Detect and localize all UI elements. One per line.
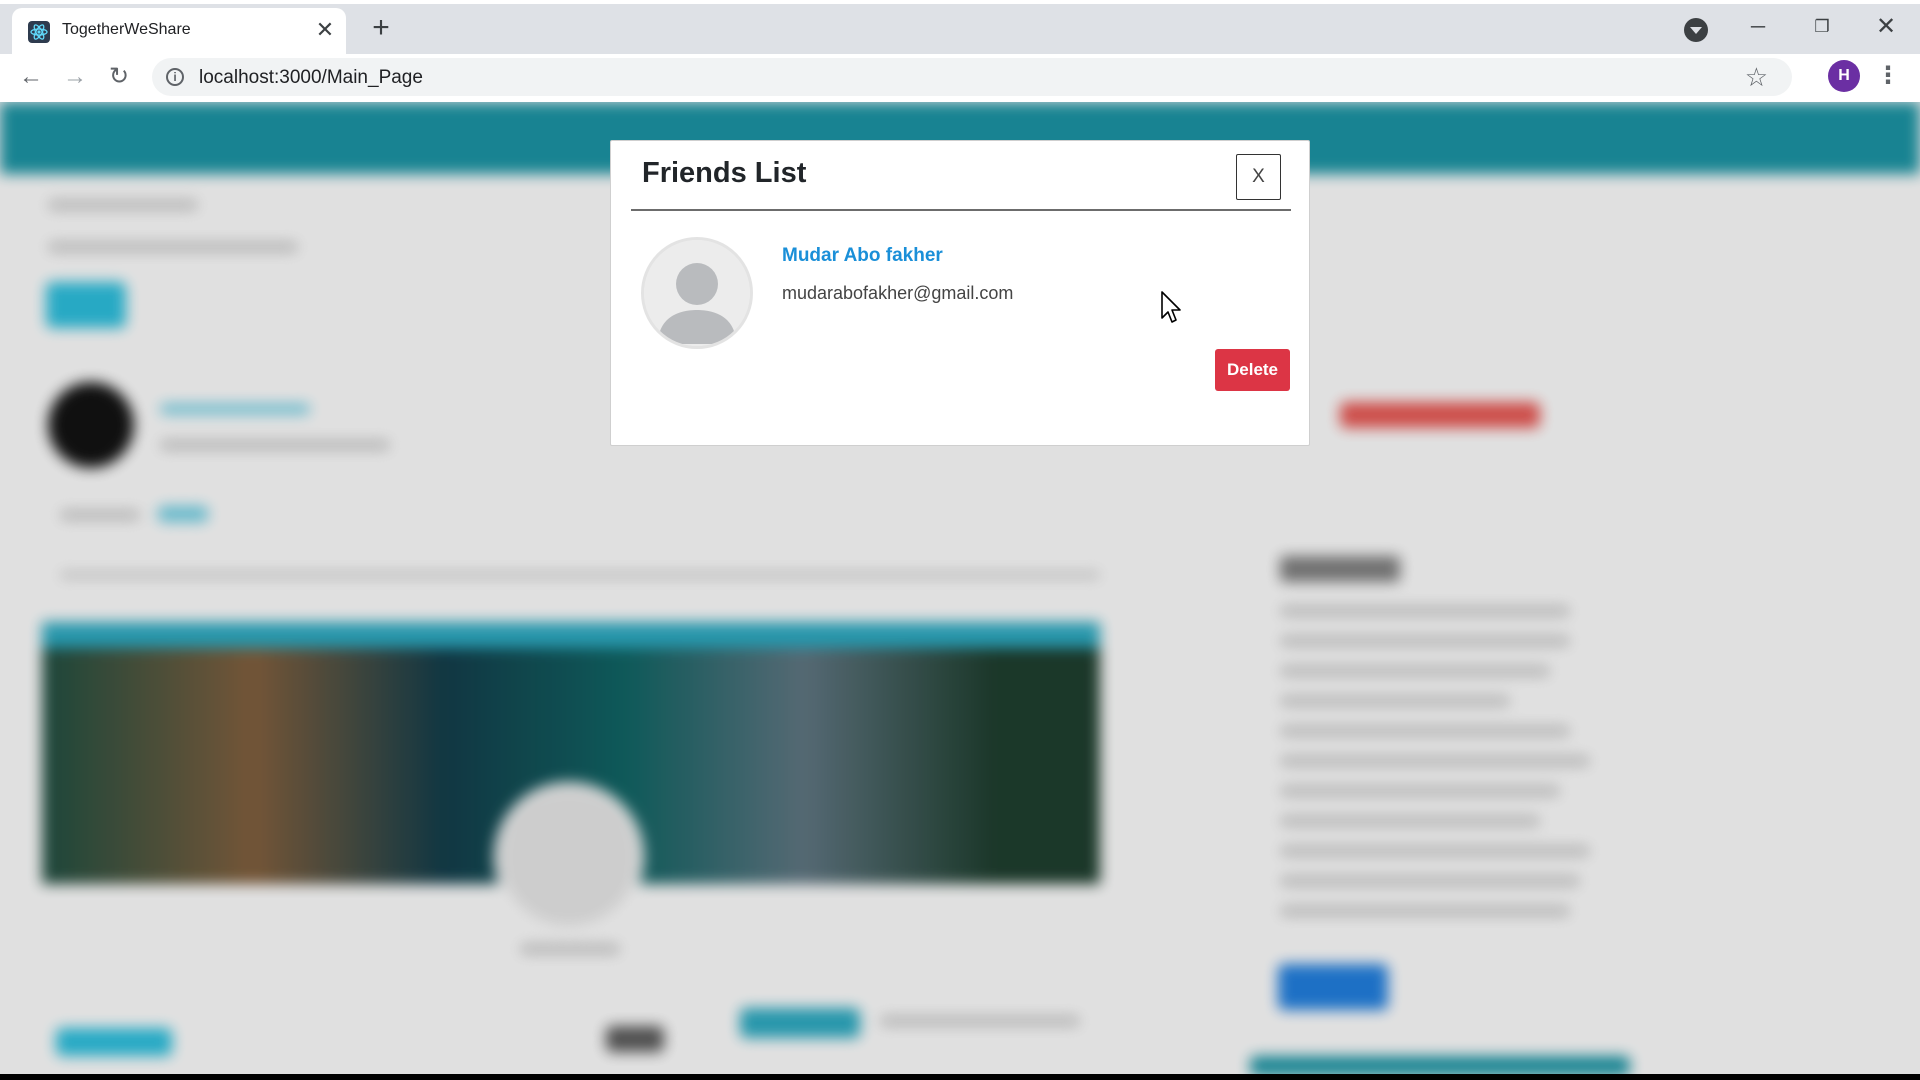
- tab-close-icon[interactable]: ✕: [312, 17, 338, 43]
- window-minimize-button[interactable]: ─: [1738, 10, 1778, 44]
- profile-avatar[interactable]: H: [1828, 60, 1860, 92]
- browser-toolbar: ← → ↻ i localhost:3000/Main_Page ☆: [0, 54, 1920, 102]
- new-tab-button[interactable]: +: [364, 12, 398, 46]
- url-text[interactable]: localhost:3000/Main_Page: [199, 67, 423, 89]
- react-favicon-icon: [28, 21, 50, 43]
- default-avatar-icon: [641, 237, 753, 349]
- mouse-cursor-icon: [1160, 290, 1184, 331]
- tab-strip: TogetherWeShare ✕ + ─ ❐ ✕: [0, 4, 1920, 54]
- address-bar[interactable]: i localhost:3000/Main_Page ☆: [152, 58, 1792, 96]
- browser-chrome: TogetherWeShare ✕ + ─ ❐ ✕ ← → ↻ i localh…: [0, 0, 1920, 102]
- modal-divider: [631, 209, 1291, 211]
- bookmark-star-icon[interactable]: ☆: [1745, 62, 1768, 92]
- delete-friend-button[interactable]: Delete: [1215, 349, 1290, 391]
- friend-name-link[interactable]: Mudar Abo fakher: [782, 245, 943, 267]
- tab-title: TogetherWeShare: [62, 21, 191, 38]
- screen-bottom-edge: [0, 1074, 1920, 1080]
- friends-list-modal: Friends List X Mudar Abo fakher mudarabo…: [610, 140, 1310, 446]
- site-info-icon[interactable]: i: [166, 68, 184, 86]
- back-arrow-icon[interactable]: ←: [14, 60, 48, 94]
- reload-icon[interactable]: ↻: [102, 60, 136, 94]
- browser-menu-icon[interactable]: ⋮: [1876, 60, 1900, 92]
- window-close-button[interactable]: ✕: [1866, 10, 1906, 44]
- modal-close-button[interactable]: X: [1236, 154, 1281, 200]
- browser-tab[interactable]: TogetherWeShare ✕: [12, 8, 346, 54]
- friend-email: mudarabofakher@gmail.com: [782, 283, 1014, 303]
- modal-title: Friends List: [642, 157, 807, 189]
- tab-search-icon[interactable]: [1684, 18, 1708, 42]
- window-restore-button[interactable]: ❐: [1802, 10, 1842, 44]
- forward-arrow-icon[interactable]: →: [58, 60, 92, 94]
